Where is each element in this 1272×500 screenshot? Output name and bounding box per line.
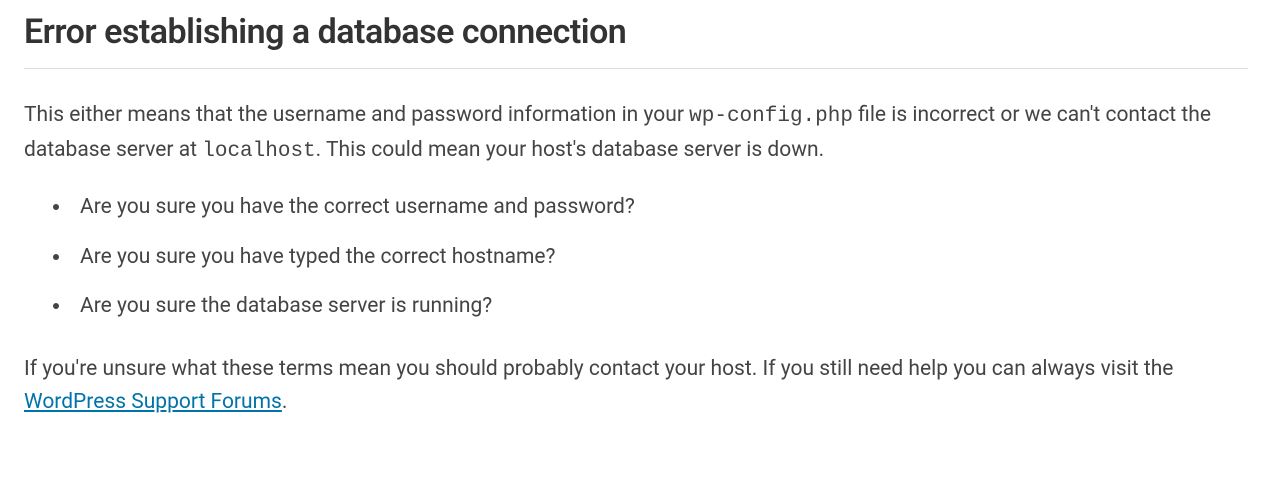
hostname-code: localhost (202, 140, 315, 163)
intro-text-1: This either means that the username and … (24, 103, 689, 127)
intro-paragraph: This either means that the username and … (24, 99, 1248, 168)
footer-text-1: If you're unsure what these terms mean y… (24, 357, 1173, 381)
list-item: Are you sure the database server is runn… (72, 291, 1248, 323)
footer-text-2: . (282, 390, 288, 414)
footer-paragraph: If you're unsure what these terms mean y… (24, 353, 1248, 420)
checks-list: Are you sure you have the correct userna… (24, 192, 1248, 323)
intro-text-3: . This could mean your host's database s… (316, 138, 825, 162)
error-heading: Error establishing a database connection (24, 12, 1248, 69)
list-item: Are you sure you have typed the correct … (72, 242, 1248, 274)
list-item: Are you sure you have the correct userna… (72, 192, 1248, 224)
support-forums-link[interactable]: WordPress Support Forums (24, 390, 282, 414)
config-file-code: wp-config.php (689, 105, 853, 128)
